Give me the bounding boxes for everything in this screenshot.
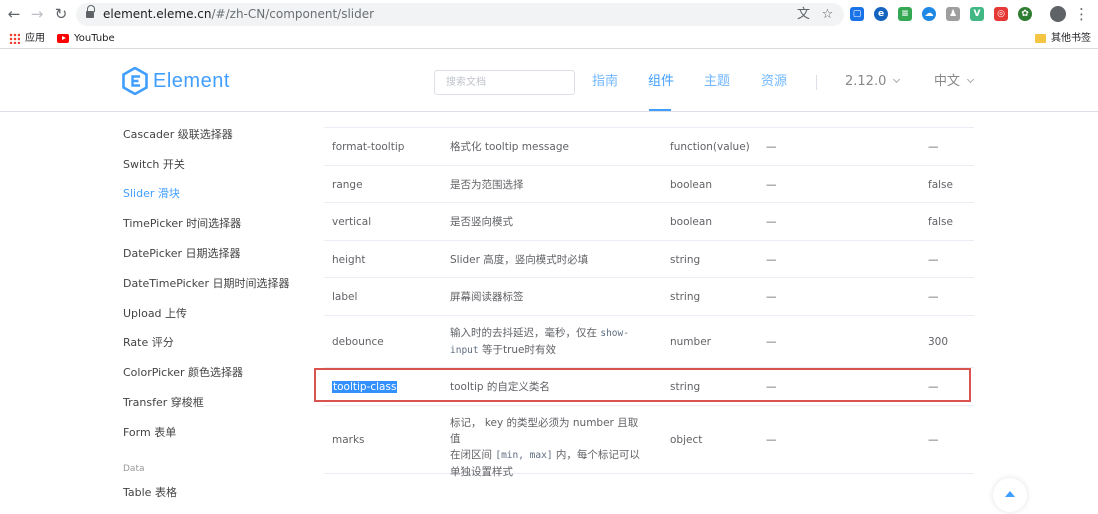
desc-cell: 屏幕阅读器标签 bbox=[450, 291, 524, 303]
param-cell: vertical bbox=[332, 216, 372, 228]
nav-guide[interactable]: 指南 bbox=[592, 74, 618, 90]
vue-devtools-icon[interactable]: V bbox=[970, 7, 984, 21]
search-input[interactable]: 搜索文档 bbox=[434, 70, 575, 95]
type-cell: boolean bbox=[670, 216, 712, 228]
desc-cell: 格式化 tooltip message bbox=[450, 141, 569, 153]
type-cell: string bbox=[670, 254, 701, 266]
apps-grid-icon[interactable] bbox=[9, 33, 20, 44]
table-row: marks 标记， key 的类型必须为 number 且取值 在闭区间 [min… bbox=[324, 406, 974, 478]
logo-text[interactable]: Element bbox=[153, 68, 230, 94]
lock-icon bbox=[86, 5, 95, 18]
table-row: format-tooltip 格式化 tooltip message funct… bbox=[324, 128, 974, 166]
sidebar-item-upload[interactable]: Upload 上传 bbox=[123, 307, 187, 321]
active-nav-indicator bbox=[649, 109, 671, 111]
param-cell: height bbox=[332, 254, 366, 266]
type-cell: object bbox=[670, 434, 703, 446]
reload-icon[interactable]: ↻ bbox=[51, 4, 71, 24]
extension-icon[interactable]: ◎ bbox=[994, 7, 1008, 21]
site-header: Element 搜索文档 指南 组件 主题 资源 2.12.0 中文 bbox=[0, 50, 1098, 112]
sidebar-item-rate[interactable]: Rate 评分 bbox=[123, 336, 174, 350]
browser-toolbar: ← → ↻ element.eleme.cn/#/zh-CN/component… bbox=[0, 0, 1098, 29]
nav-resource[interactable]: 资源 bbox=[761, 74, 787, 90]
more-menu-icon[interactable]: ⋮ bbox=[1074, 5, 1089, 23]
table-row: debounce 输入时的去抖延迟，毫秒，仅在 show-input 等于tru… bbox=[324, 316, 974, 368]
extension-icon[interactable]: ♟ bbox=[946, 7, 960, 21]
options-cell: — bbox=[766, 179, 777, 191]
desc-cell: 输入时的去抖延迟，毫秒，仅在 show-input 等于true时有效 bbox=[450, 327, 629, 356]
extension-icon[interactable]: ☁ bbox=[922, 7, 936, 21]
url-text: element.eleme.cn/#/zh-CN/component/slide… bbox=[103, 7, 375, 21]
folder-icon bbox=[1035, 34, 1046, 43]
sidebar-item-datepicker[interactable]: DatePicker 日期选择器 bbox=[123, 247, 241, 261]
bookmark-other[interactable]: 其他书签 bbox=[1051, 32, 1091, 45]
nav-component[interactable]: 组件 bbox=[648, 74, 674, 90]
param-cell: marks bbox=[332, 434, 365, 446]
sidebar-item-timepicker[interactable]: TimePicker 时间选择器 bbox=[123, 217, 241, 231]
table-row: height Slider 高度，竖向模式时必填 string — — bbox=[324, 241, 974, 278]
default-cell: — bbox=[928, 141, 939, 153]
default-cell: — bbox=[928, 254, 939, 266]
sidebar-item-colorpicker[interactable]: ColorPicker 颜色选择器 bbox=[123, 366, 243, 380]
desc-cell: 是否为范围选择 bbox=[450, 179, 524, 191]
type-cell: string bbox=[670, 291, 701, 303]
options-cell: — bbox=[766, 291, 777, 303]
table-row: range 是否为范围选择 boolean — false bbox=[324, 166, 974, 203]
sidebar-item-slider[interactable]: Slider 滑块 bbox=[123, 187, 180, 201]
nav-theme[interactable]: 主题 bbox=[704, 74, 730, 90]
chevron-down-icon bbox=[966, 75, 975, 84]
bookmarks-bar: 应用 YouTube 其他书签 bbox=[0, 29, 1098, 49]
type-cell: function(value) bbox=[670, 141, 750, 153]
extension-icon[interactable]: ≡ bbox=[898, 7, 912, 21]
param-cell: range bbox=[332, 179, 363, 191]
options-cell: — bbox=[766, 336, 777, 348]
desc-cell: 标记， key 的类型必须为 number 且取值 在闭区间 [min, max]… bbox=[450, 417, 640, 478]
profile-avatar-icon[interactable] bbox=[1050, 6, 1066, 22]
type-cell: number bbox=[670, 336, 711, 348]
extension-icon[interactable]: ✿ bbox=[1018, 7, 1032, 21]
back-icon[interactable]: ← bbox=[4, 4, 24, 24]
version-select[interactable]: 2.12.0 bbox=[845, 74, 901, 90]
element-logo-icon[interactable] bbox=[122, 67, 148, 95]
default-cell: — bbox=[928, 291, 939, 303]
param-cell: format-tooltip bbox=[332, 141, 405, 153]
bookmark-apps[interactable]: 应用 bbox=[25, 32, 45, 45]
param-cell: label bbox=[332, 291, 358, 303]
table-row: label 屏幕阅读器标签 string — — bbox=[324, 278, 974, 316]
star-icon[interactable]: ☆ bbox=[820, 7, 835, 22]
options-cell: — bbox=[766, 216, 777, 228]
table-row: vertical 是否竖向模式 boolean — false bbox=[324, 203, 974, 241]
options-cell: — bbox=[766, 434, 777, 446]
sidebar-item-cascader[interactable]: Cascader 级联选择器 bbox=[123, 128, 233, 142]
extension-icon[interactable]: ▢ bbox=[850, 7, 864, 21]
default-cell: — bbox=[928, 434, 939, 446]
desc-cell: Slider 高度，竖向模式时必填 bbox=[450, 254, 589, 266]
extension-icon[interactable]: e bbox=[874, 7, 888, 21]
translate-icon[interactable]: 文 bbox=[796, 7, 811, 22]
forward-icon[interactable]: → bbox=[27, 4, 47, 24]
sidebar-item-switch[interactable]: Switch 开关 bbox=[123, 158, 185, 172]
sidebar-item-form[interactable]: Form 表单 bbox=[123, 426, 176, 440]
default-cell: false bbox=[928, 179, 953, 191]
address-bar[interactable]: element.eleme.cn/#/zh-CN/component/slide… bbox=[76, 3, 844, 26]
bookmark-youtube[interactable]: YouTube bbox=[74, 32, 115, 45]
options-cell: — bbox=[766, 254, 777, 266]
options-cell: — bbox=[766, 141, 777, 153]
sidebar-item-datetimepicker[interactable]: DateTimePicker 日期时间选择器 bbox=[123, 277, 289, 291]
highlight-annotation-box bbox=[314, 368, 971, 402]
sidebar-group-data: Data bbox=[123, 464, 145, 474]
desc-cell: 是否竖向模式 bbox=[450, 216, 513, 228]
sidebar-item-transfer[interactable]: Transfer 穿梭框 bbox=[123, 396, 204, 410]
param-cell: debounce bbox=[332, 336, 384, 348]
sidebar-item-table[interactable]: Table 表格 bbox=[123, 486, 177, 500]
default-cell: 300 bbox=[928, 336, 949, 348]
type-cell: boolean bbox=[670, 179, 712, 191]
language-select[interactable]: 中文 bbox=[934, 74, 975, 90]
default-cell: false bbox=[928, 216, 953, 228]
back-to-top-button[interactable] bbox=[993, 478, 1027, 512]
youtube-icon bbox=[57, 34, 69, 43]
divider bbox=[816, 75, 817, 90]
chevron-down-icon bbox=[893, 75, 901, 84]
table-row bbox=[324, 112, 974, 128]
